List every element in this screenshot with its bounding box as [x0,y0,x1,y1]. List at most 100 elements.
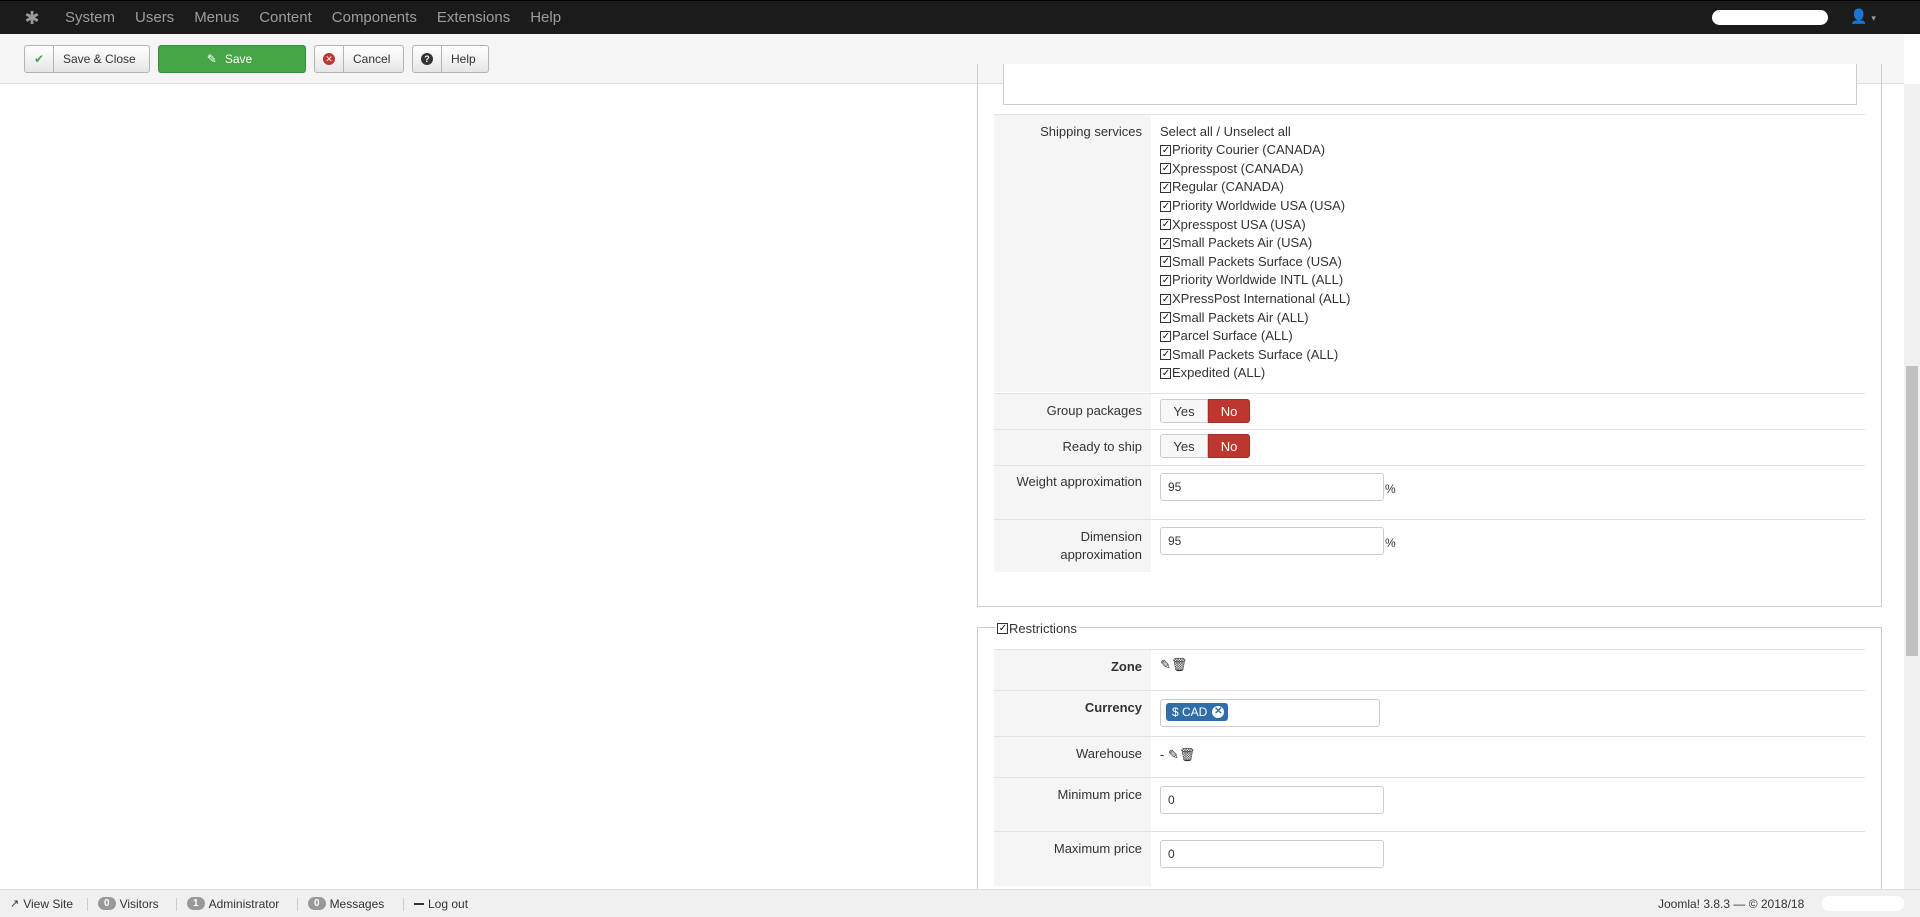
minimum-price-label: Minimum price [994,778,1151,831]
checkbox-checked[interactable] [1160,144,1171,156]
zone-actions: ✎🗑 [1160,657,1187,673]
restrictions-legend[interactable]: Restrictions [995,619,1079,637]
checkbox-checked[interactable] [1160,256,1171,268]
checkbox-checked[interactable] [1160,181,1171,193]
admin-badge: 1 [187,897,205,910]
service-item[interactable]: Small Packets Air (USA) [1160,234,1350,253]
divider [403,898,404,911]
dimension-approximation-label: Dimension approximation [994,520,1151,572]
redacted-text [1822,896,1904,911]
admin-label: Administrator [208,896,280,911]
remove-tag-icon[interactable]: ✕ [1212,706,1225,718]
dimension-label-line2: approximation [1060,547,1142,562]
service-item[interactable]: Priority Courier (CANADA) [1160,141,1350,160]
joomla-logo-icon[interactable]: ✱ [22,8,42,28]
divider [87,898,88,911]
warehouse-value-text: - [1160,747,1165,762]
cancel-button[interactable]: ✕ Cancel [314,45,404,73]
ready-to-ship-label: Ready to ship [994,430,1151,465]
checkbox-checked[interactable] [1160,237,1171,249]
question-icon: ? [413,46,442,72]
currency-label: Currency [994,691,1151,736]
service-item[interactable]: Parcel Surface (ALL) [1160,327,1350,346]
menu-components[interactable]: Components [319,1,424,35]
shipping-services-label: Shipping services [994,115,1151,392]
ready-to-ship-no[interactable]: No [1208,434,1250,458]
help-label: Help [451,52,476,66]
minimum-price-input[interactable]: 0 [1160,786,1384,814]
menu-content[interactable]: Content [246,1,319,35]
main-menu: System Users Menus Content Components Ex… [52,1,568,35]
save-close-button[interactable]: ✔ Save & Close [24,45,150,73]
user-menu[interactable]: 👤 ▾ [1850,8,1876,25]
warehouse-value: - ✎🗑 [1160,747,1195,763]
service-item[interactable]: Regular (CANADA) [1160,178,1350,197]
pencil-icon[interactable]: ✎ [1168,747,1179,762]
service-item[interactable]: Small Packets Surface (ALL) [1160,346,1350,365]
chevron-down-icon: ▾ [1871,13,1876,23]
divider [176,898,177,911]
checkbox-checked[interactable] [1160,274,1171,286]
checkbox-checked[interactable] [1160,367,1171,379]
service-item[interactable]: Priority Worldwide INTL (ALL) [1160,271,1350,290]
weight-approximation-input[interactable]: 95 [1160,473,1384,501]
checkbox-checked[interactable] [1160,330,1171,342]
checkbox-checked[interactable] [1160,349,1171,361]
status-bar: ↗ View Site 0 Visitors 1 Administrator 0… [0,889,1920,917]
dimension-approximation-input[interactable]: 95 [1160,527,1384,555]
minus-icon [414,902,424,905]
weight-approximation-label: Weight approximation [994,466,1151,519]
checkbox-checked[interactable] [1160,200,1171,212]
trash-icon[interactable]: 🗑 [1179,747,1196,762]
dimension-label-line1: Dimension [1080,529,1142,544]
trash-icon[interactable]: 🗑 [1171,657,1188,672]
administrator-status: 1 Administrator [187,890,279,917]
warehouse-label: Warehouse [994,737,1151,777]
ready-to-ship-yes[interactable]: Yes [1160,434,1208,458]
pencil-icon[interactable]: ✎ [1160,657,1171,672]
service-item[interactable]: Expedited (ALL) [1160,364,1350,383]
textarea-field[interactable] [1003,64,1857,105]
maximum-price-input[interactable]: 0 [1160,840,1384,868]
edit-icon: ✎ [206,52,217,66]
checkbox-checked[interactable] [1160,312,1171,324]
restrictions-checkbox[interactable] [997,622,1008,634]
help-button[interactable]: ? Help [412,45,489,73]
service-item[interactable]: Xpresspost (CANADA) [1160,160,1350,179]
checkbox-checked[interactable] [1160,293,1171,305]
group-packages-yes[interactable]: Yes [1160,399,1208,423]
service-item[interactable]: Priority Worldwide USA (USA) [1160,197,1350,216]
service-item[interactable]: Small Packets Air (ALL) [1160,308,1350,327]
service-item[interactable]: XPressPost International (ALL) [1160,290,1350,309]
version-text: Joomla! 3.8.3 — © 2018/18 [1658,896,1805,911]
menu-users[interactable]: Users [122,1,181,35]
restrictions-legend-label: Restrictions [1009,620,1077,636]
vertical-scrollbar[interactable] [1904,84,1920,890]
checkbox-checked[interactable] [1160,219,1171,231]
menu-system[interactable]: System [52,1,122,35]
check-icon: ✔ [25,46,54,72]
logout-link[interactable]: Log out [414,890,468,917]
messages-label: Messages [329,896,385,911]
service-item[interactable]: Small Packets Surface (USA) [1160,253,1350,272]
scrollbar-thumb[interactable] [1906,366,1918,656]
menu-help[interactable]: Help [517,1,568,35]
view-site-link[interactable]: ↗ View Site [10,890,73,917]
service-item[interactable]: Xpresspost USA (USA) [1160,215,1350,234]
messages-status[interactable]: 0 Messages [308,890,384,917]
view-site-label: View Site [23,896,74,911]
select-all-link[interactable]: Select all / Unselect all [1160,123,1350,141]
shipping-services-list: Select all / Unselect all Priority Couri… [1160,123,1350,383]
external-link-icon: ↗ [10,898,20,910]
currency-tag: $ CAD ✕ [1166,703,1229,721]
menu-menus[interactable]: Menus [181,1,246,35]
divider [297,898,298,911]
weight-unit: % [1385,482,1396,496]
group-packages-label: Group packages [994,394,1151,429]
ready-to-ship-toggle: Yes No [1160,434,1250,458]
zone-label: Zone [994,650,1151,690]
save-button[interactable]: ✎ Save [158,45,306,73]
menu-extensions[interactable]: Extensions [424,1,517,35]
checkbox-checked[interactable] [1160,163,1171,175]
group-packages-no[interactable]: No [1208,399,1250,423]
